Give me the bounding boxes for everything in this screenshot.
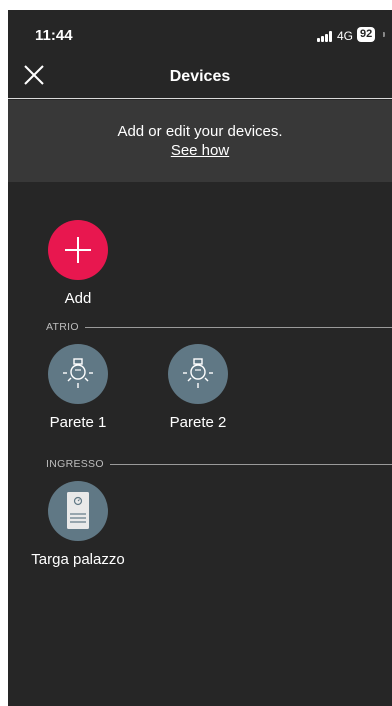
device-tile-targa-palazzo[interactable]: Targa palazzo: [18, 481, 138, 568]
section-title: INGRESSO: [46, 458, 110, 470]
status-bar: 11:44 4G 92: [8, 10, 392, 56]
section-title: ATRIO: [46, 321, 85, 333]
device-tile-parete-1[interactable]: Parete 1: [28, 344, 128, 431]
lamp-icon: [63, 358, 93, 388]
app-screen: 11:44 4G 92 Devices Add or edit your dev…: [8, 10, 392, 706]
device-circle[interactable]: [48, 481, 108, 541]
info-banner: Add or edit your devices. See how: [8, 100, 392, 182]
plus-icon: [65, 237, 91, 263]
page-title: Devices: [169, 68, 231, 85]
device-label: Targa palazzo: [31, 551, 125, 568]
battery-icon: 92: [357, 27, 376, 42]
see-how-link[interactable]: See how: [171, 142, 229, 159]
battery-tip: [383, 32, 385, 37]
nav-bar: Devices: [8, 56, 392, 99]
banner-text: Add or edit your devices.: [117, 123, 283, 140]
entrance-panel-icon: [67, 492, 89, 529]
network-type: 4G: [337, 29, 354, 43]
device-label: Parete 2: [169, 414, 227, 431]
section-header-ingresso: INGRESSO: [46, 458, 392, 472]
device-circle[interactable]: [168, 344, 228, 404]
section-header-atrio: ATRIO: [46, 321, 392, 335]
device-label: Parete 1: [49, 414, 107, 431]
device-tile-parete-2[interactable]: Parete 2: [148, 344, 248, 431]
device-circle[interactable]: [48, 344, 108, 404]
section-divider: [46, 327, 392, 328]
lamp-icon: [183, 358, 213, 388]
add-label: Add: [64, 290, 92, 307]
add-device-button[interactable]: Add: [48, 220, 108, 307]
status-time: 11:44: [35, 27, 73, 44]
add-circle[interactable]: [48, 220, 108, 280]
signal-icon: [317, 31, 335, 42]
